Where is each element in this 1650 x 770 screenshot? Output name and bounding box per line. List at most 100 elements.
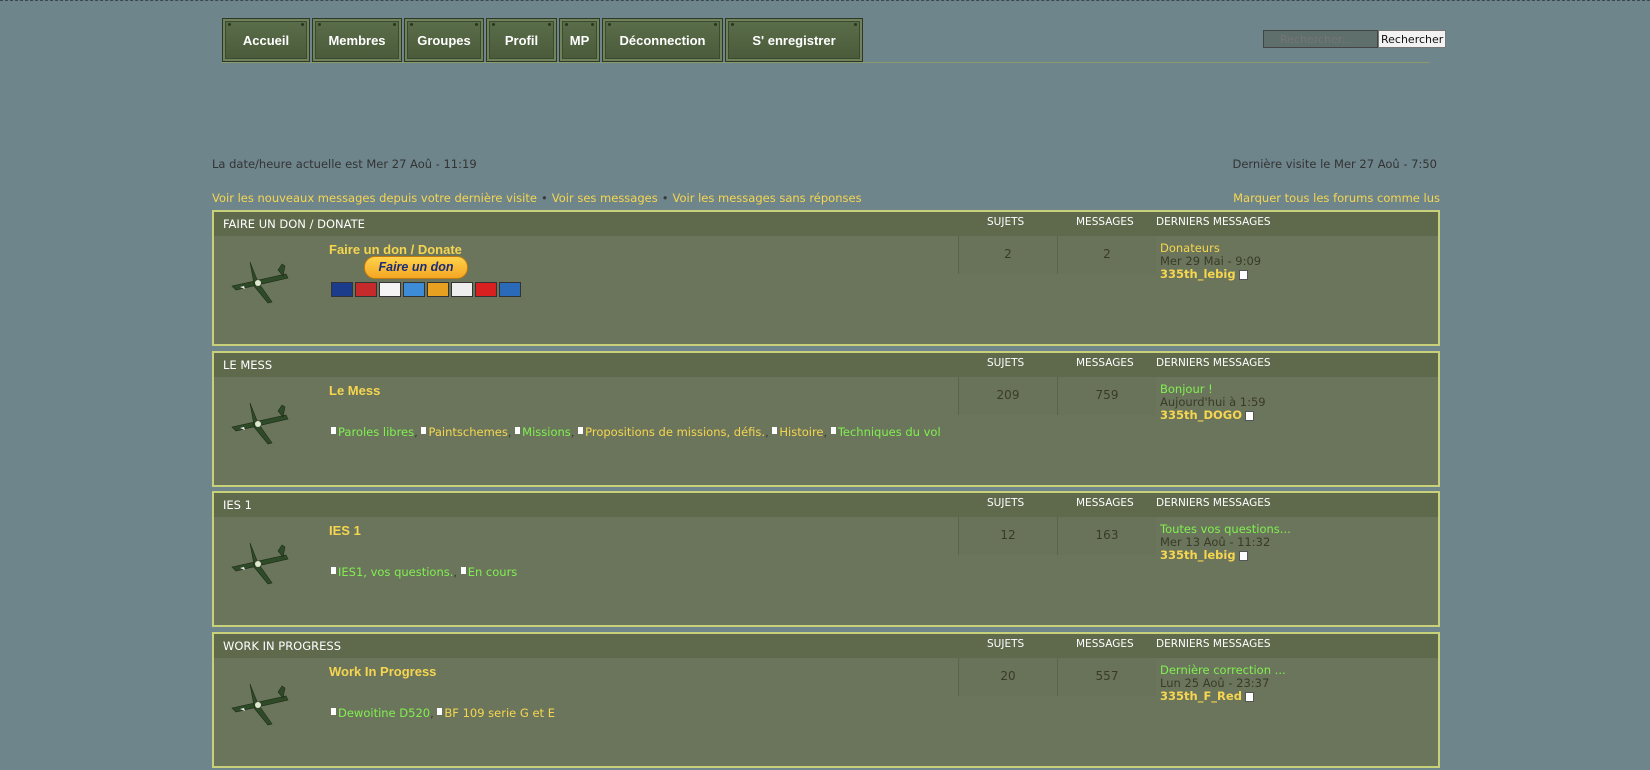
visa-card-icon (379, 282, 401, 297)
category-title[interactable]: IES 1 (223, 498, 252, 512)
forum-category: IES 1 SUJETS MESSAGES DERNIERS MESSAGES … (212, 491, 1440, 627)
search-button[interactable]: Rechercher (1378, 30, 1447, 48)
nav-mp[interactable]: MP (559, 18, 600, 62)
nav-accueil[interactable]: Accueil (222, 18, 310, 62)
subforum-link[interactable]: IES1, vos questions. (338, 565, 453, 579)
subforum-list: IES1, vos questions., En cours (331, 565, 517, 579)
header-last-messages: DERNIERS MESSAGES (1156, 497, 1271, 509)
subforum-link[interactable]: Paroles libres (338, 425, 414, 439)
subforum-link[interactable]: Propositions de missions, défis. (585, 425, 765, 439)
airplane-icon (228, 397, 290, 447)
subforum-link[interactable]: Histoire (779, 425, 823, 439)
header-messages: MESSAGES (1076, 357, 1134, 369)
subforum-icon (331, 708, 336, 715)
link-my-messages[interactable]: Voir ses messages (552, 191, 658, 205)
forum-row: Faire un don / Donate Faire un don 2 2 D… (214, 236, 1438, 344)
discover-card-icon (427, 282, 449, 297)
goto-post-icon[interactable] (1238, 550, 1248, 561)
message-count: 557 (1057, 658, 1156, 696)
category-title[interactable]: LE MESS (223, 358, 272, 372)
last-post-user[interactable]: 335th_lebig (1160, 267, 1236, 281)
forum-title[interactable]: IES 1 (329, 523, 361, 538)
last-post-user[interactable]: 335th_DOGO (1160, 408, 1242, 422)
forum-row: IES 1 IES1, vos questions., En cours 12 … (214, 517, 1438, 625)
category-header: LE MESS SUJETS MESSAGES DERNIERS MESSAGE… (214, 353, 1438, 377)
header-messages: MESSAGES (1076, 216, 1134, 228)
last-post-user[interactable]: 335th_lebig (1160, 548, 1236, 562)
paypal-donate-button[interactable]: Faire un don (364, 256, 468, 279)
mark-all-read-link[interactable]: Marquer tous les forums comme lus (1233, 191, 1440, 205)
category-title[interactable]: WORK IN PROGRESS (223, 639, 341, 653)
nav-groupes[interactable]: Groupes (404, 18, 484, 62)
header-messages: MESSAGES (1076, 638, 1134, 650)
mastercard-icon (355, 282, 377, 297)
link-unanswered[interactable]: Voir les messages sans réponses (673, 191, 862, 205)
search-wrap: 🔍 (1263, 30, 1378, 48)
forum-title[interactable]: Le Mess (329, 383, 380, 398)
subforum-icon (578, 427, 584, 434)
card-icon (451, 282, 473, 297)
forum-title[interactable]: Faire un don / Donate (329, 242, 462, 257)
message-count: 2 (1057, 236, 1156, 274)
payment-cards (331, 282, 523, 297)
subforum-link[interactable]: En cours (468, 565, 518, 579)
search-bar: 🔍 Rechercher (1263, 30, 1447, 48)
category-header: WORK IN PROGRESS SUJETS MESSAGES DERNIER… (214, 634, 1438, 658)
subforum-link[interactable]: Missions (522, 425, 571, 439)
card-icon (475, 282, 497, 297)
maestro-card-icon (331, 282, 353, 297)
current-time: La date/heure actuelle est Mer 27 Aoû - … (212, 157, 477, 171)
subforum-icon (421, 427, 427, 434)
header-last-messages: DERNIERS MESSAGES (1156, 216, 1271, 228)
header-last-messages: DERNIERS MESSAGES (1156, 357, 1271, 369)
forum-title[interactable]: Work In Progress (329, 664, 436, 679)
airplane-icon (228, 256, 290, 306)
forum-category: FAIRE UN DON / DONATE SUJETS MESSAGES DE… (212, 210, 1440, 346)
airplane-icon (228, 678, 290, 728)
subforum-icon (772, 427, 778, 434)
subforum-list: Dewoitine D520, BF 109 serie G et E (331, 706, 555, 720)
subforum-icon (437, 708, 443, 715)
subforum-sep: , (453, 565, 461, 579)
header-sujets: SUJETS (987, 497, 1025, 509)
nav-register[interactable]: S' enregistrer (725, 18, 863, 62)
subforum-sep: , (507, 425, 516, 439)
message-count: 759 (1057, 377, 1156, 415)
message-count: 163 (1057, 517, 1156, 555)
subforum-link[interactable]: BF 109 serie G et E (444, 706, 555, 720)
amex-card-icon (403, 282, 425, 297)
link-new-messages[interactable]: Voir les nouveaux messages depuis votre … (212, 191, 537, 205)
nav-divider (222, 62, 1430, 63)
header-sujets: SUJETS (987, 216, 1025, 228)
last-post: Bonjour ! Aujourd'hui à 1:59 335th_DOGO (1160, 383, 1266, 422)
nav-membres[interactable]: Membres (312, 18, 402, 62)
header-sujets: SUJETS (987, 357, 1025, 369)
header-messages: MESSAGES (1076, 497, 1134, 509)
nav-deconnection[interactable]: Déconnection (602, 18, 723, 62)
subforum-sep: , (430, 706, 438, 720)
subforum-sep: , (570, 425, 579, 439)
subforum-icon (331, 567, 336, 574)
topic-count: 12 (958, 517, 1057, 555)
subforum-sep: , (765, 425, 773, 439)
category-header: FAIRE UN DON / DONATE SUJETS MESSAGES DE… (214, 212, 1438, 236)
goto-post-icon[interactable] (1244, 691, 1254, 702)
subforum-link[interactable]: Paintschemes (428, 425, 507, 439)
subforum-sep: , (823, 425, 831, 439)
last-post-user[interactable]: 335th_F_Red (1160, 689, 1242, 703)
goto-post-icon[interactable] (1244, 410, 1254, 421)
link-sep: • (540, 191, 548, 205)
subforum-link[interactable]: Techniques du vol (838, 425, 941, 439)
category-title[interactable]: FAIRE UN DON / DONATE (223, 217, 365, 231)
subforum-icon (830, 427, 836, 434)
card-icon (499, 282, 521, 297)
airplane-icon (228, 537, 290, 587)
last-visit: Dernière visite le Mer 27 Aoû - 7:50 (1232, 157, 1437, 171)
category-header: IES 1 SUJETS MESSAGES DERNIERS MESSAGES (214, 493, 1438, 517)
subforum-icon (331, 427, 336, 434)
subforum-link[interactable]: Dewoitine D520 (338, 706, 430, 720)
subforum-icon (460, 567, 466, 574)
goto-post-icon[interactable] (1238, 269, 1248, 280)
search-input[interactable] (1263, 30, 1378, 48)
nav-profil[interactable]: Profil (486, 18, 557, 62)
